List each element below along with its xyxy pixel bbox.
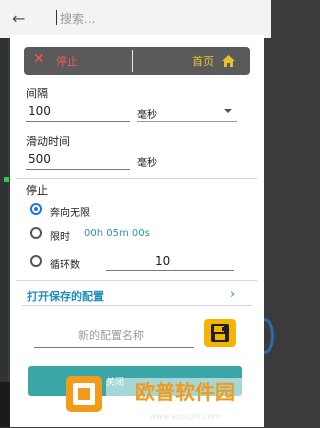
- interval-unit-underline: [137, 121, 237, 122]
- background-left-strip: [0, 38, 8, 428]
- background-indicator-dot: [4, 177, 9, 182]
- interval-input[interactable]: 100: [28, 104, 51, 118]
- close-x-icon[interactable]: ✕: [33, 51, 45, 67]
- radio-time-limit-label[interactable]: 限时: [50, 228, 70, 243]
- back-arrow-icon[interactable]: ←: [12, 9, 25, 28]
- section-divider: [16, 178, 257, 179]
- loop-count-underline: [106, 270, 234, 271]
- chevron-down-icon[interactable]: [224, 109, 232, 113]
- swipe-time-input[interactable]: 500: [28, 152, 51, 166]
- config-name-underline: [34, 347, 194, 348]
- loop-count-input[interactable]: 10: [155, 254, 170, 268]
- chevron-right-icon[interactable]: ›: [230, 287, 235, 302]
- stop-button[interactable]: 停止: [56, 53, 78, 69]
- svg-text:www.apoujin.com: www.apoujin.com: [150, 412, 221, 421]
- interval-unit-select[interactable]: 毫秒: [137, 106, 157, 121]
- stop-section-label: 停止: [26, 184, 48, 197]
- radio-infinite[interactable]: [30, 203, 42, 215]
- config-name-input[interactable]: 新的配置名称: [78, 327, 144, 343]
- open-saved-config-link[interactable]: 打开保存的配置: [27, 288, 104, 304]
- background-app-bar: ← 搜索...: [0, 0, 271, 38]
- interval-underline: [26, 121, 130, 122]
- dialog-toolbar: ✕ 停止 首页: [24, 47, 250, 75]
- time-limit-value[interactable]: 00h 05m 00s: [84, 228, 150, 239]
- swipe-time-label: 滑动时间: [26, 135, 70, 148]
- swipe-time-underline: [26, 169, 130, 170]
- radio-time-limit[interactable]: [30, 227, 42, 239]
- swipe-time-unit: 毫秒: [137, 158, 157, 169]
- svg-text:欧普软件园: 欧普软件园: [135, 380, 235, 404]
- search-input[interactable]: 搜索...: [55, 10, 95, 27]
- section-divider: [16, 280, 257, 281]
- save-icon: [211, 324, 229, 342]
- radio-loop-count[interactable]: [30, 255, 42, 267]
- home-icon[interactable]: [222, 55, 235, 67]
- watermark-logo: 欧普软件园 www.apoujin.com: [66, 376, 264, 421]
- link-divider: [22, 305, 252, 306]
- radio-infinite-label[interactable]: 奔向无限: [50, 204, 90, 219]
- home-button[interactable]: 首页: [192, 53, 214, 69]
- radio-loop-count-label[interactable]: 循环数: [50, 256, 80, 271]
- save-button[interactable]: [204, 319, 236, 347]
- toolbar-divider: [132, 50, 133, 72]
- config-dialog: ✕ 停止 首页 间隔 100 毫秒 滑动时间 500 毫秒 停止 奔向无限 限时…: [10, 35, 264, 427]
- interval-label: 间隔: [26, 87, 48, 100]
